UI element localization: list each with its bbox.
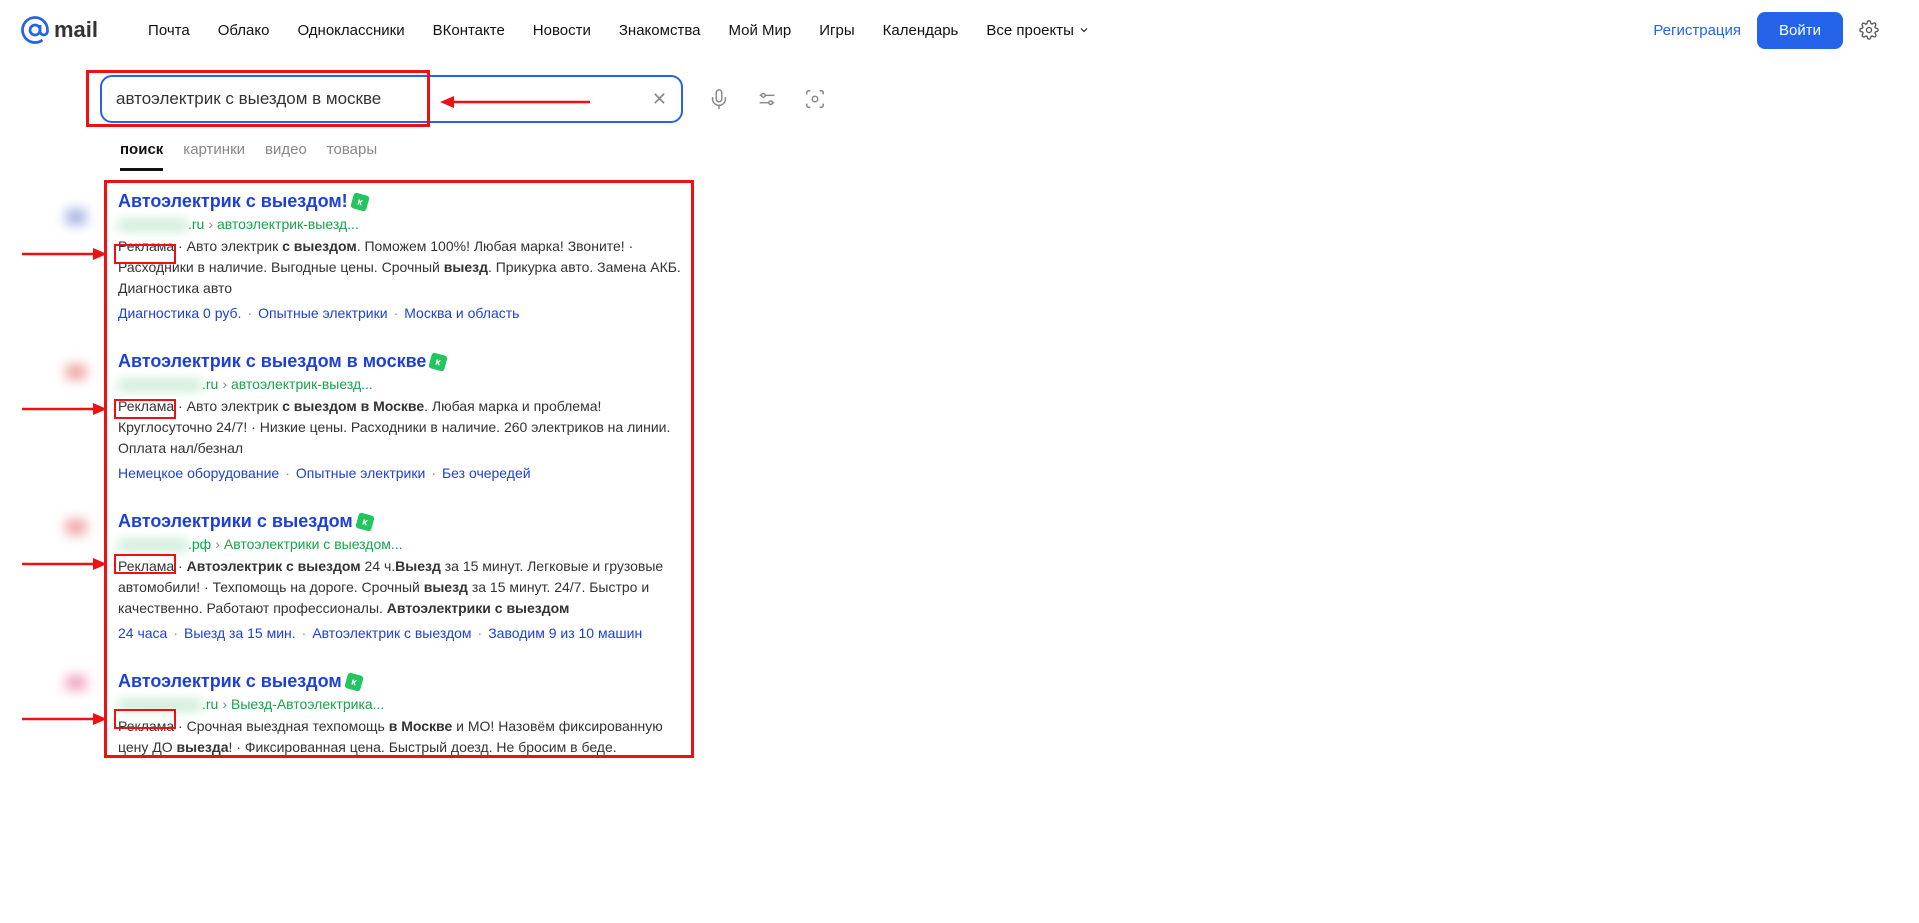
sitelink[interactable]: Автоэлектрик с выездом <box>312 625 471 641</box>
result-description: Реклама · Авто электрик с выездом в Моск… <box>118 396 690 459</box>
result-domain: .рф <box>188 536 211 552</box>
chevron-down-icon <box>1078 24 1090 36</box>
clear-icon[interactable]: ✕ <box>652 89 667 110</box>
result-url[interactable]: xxxxxxxxxx.ru›автоэлектрик-выезд... <box>118 216 690 232</box>
ad-label: Реклама <box>118 238 174 254</box>
sitelink[interactable]: Без очередей <box>442 465 531 481</box>
result-title-link[interactable]: Автоэлектрик с выездом! <box>118 191 348 212</box>
result-sitelinks: Немецкое оборудование·Опытные электрики·… <box>118 465 690 481</box>
result-title-link[interactable]: Автоэлектрик с выездом <box>118 671 342 692</box>
sliders-icon[interactable] <box>755 87 779 111</box>
search-result: Автоэлектрики с выездомк xxxxxxxxxx.рф›А… <box>118 511 690 641</box>
login-button[interactable]: Войти <box>1757 12 1843 49</box>
result-description: Реклама · Срочная выездная техпомощь в М… <box>118 716 690 758</box>
camera-icon[interactable] <box>803 87 827 111</box>
result-domain: .ru <box>202 696 218 712</box>
ad-label: Реклама <box>118 398 174 414</box>
nav-allprojects[interactable]: Все проекты <box>986 22 1090 39</box>
main-nav: Почта Облако Одноклассники ВКонтакте Нов… <box>148 22 1090 39</box>
ad-label: Реклама <box>118 558 174 574</box>
result-path: автоэлектрик-выезд... <box>231 376 373 392</box>
nav-novosti[interactable]: Новости <box>533 22 591 39</box>
result-path: автоэлектрик-выезд... <box>217 216 359 232</box>
result-sitelinks: Диагностика 0 руб.·Опытные электрики·Мос… <box>118 305 690 321</box>
result-url[interactable]: xxxxxxxxxxxx.ru›автоэлектрик-выезд... <box>118 376 690 392</box>
register-link[interactable]: Регистрация <box>1653 22 1741 39</box>
sitelink[interactable]: Опытные электрики <box>258 305 387 321</box>
nav-igry[interactable]: Игры <box>819 22 854 39</box>
nav-odnoklassniki[interactable]: Одноклассники <box>297 22 404 39</box>
nav-kalendar[interactable]: Календарь <box>883 22 959 39</box>
tab-kartinki[interactable]: картинки <box>183 141 245 171</box>
search-result: Автоэлектрик с выездомк xxxxxxxxxxxx.ru›… <box>118 671 690 758</box>
result-title-link[interactable]: Автоэлектрики с выездом <box>118 511 353 532</box>
verified-icon: к <box>429 352 449 372</box>
search-result: Автоэлектрик с выездом!к xxxxxxxxxx.ru›а… <box>118 191 690 321</box>
nav-oblako[interactable]: Облако <box>218 22 270 39</box>
search-input[interactable] <box>116 89 652 109</box>
result-url[interactable]: xxxxxxxxxx.рф›Автоэлектрики с выездом... <box>118 536 690 552</box>
result-path: Автоэлектрики с выездом... <box>224 536 403 552</box>
sitelink[interactable]: Заводим 9 из 10 машин <box>488 625 642 641</box>
sitelink[interactable]: Опытные электрики <box>296 465 425 481</box>
sitelink[interactable]: Диагностика 0 руб. <box>118 305 241 321</box>
mic-icon[interactable] <box>707 87 731 111</box>
result-title-link[interactable]: Автоэлектрик с выездом в москве <box>118 351 426 372</box>
search-result: Автоэлектрик с выездом в москвек xxxxxxx… <box>118 351 690 481</box>
logo[interactable]: mail <box>20 15 98 45</box>
verified-icon: к <box>350 192 370 212</box>
tab-poisk[interactable]: поиск <box>120 141 163 171</box>
gear-icon[interactable] <box>1859 20 1879 40</box>
result-path: Выезд-Автоэлектрика... <box>231 696 384 712</box>
sitelink[interactable]: Москва и область <box>404 305 519 321</box>
tab-video[interactable]: видео <box>265 141 307 171</box>
search-box[interactable]: ✕ <box>100 75 683 123</box>
result-domain: .ru <box>202 376 218 392</box>
result-url[interactable]: xxxxxxxxxxxx.ru›Выезд-Автоэлектрика... <box>118 696 690 712</box>
verified-icon: к <box>355 512 375 532</box>
nav-allprojects-label: Все проекты <box>986 22 1074 39</box>
search-tabs: поиск картинки видео товары <box>100 141 1919 171</box>
result-sitelinks: 24 часа·Выезд за 15 мин.·Автоэлектрик с … <box>118 625 690 641</box>
nav-pochta[interactable]: Почта <box>148 22 190 39</box>
verified-icon: к <box>344 672 364 692</box>
nav-moimir[interactable]: Мой Мир <box>728 22 791 39</box>
at-icon <box>20 15 50 45</box>
result-description: Реклама · Автоэлектрик с выездом 24 ч.Вы… <box>118 556 690 619</box>
sitelink[interactable]: 24 часа <box>118 625 167 641</box>
nav-znakomstva[interactable]: Знакомства <box>619 22 701 39</box>
result-domain: .ru <box>188 216 204 232</box>
sitelink[interactable]: Немецкое оборудование <box>118 465 279 481</box>
nav-vkontakte[interactable]: ВКонтакте <box>433 22 505 39</box>
ad-label: Реклама <box>118 718 174 734</box>
result-description: Реклама · Авто электрик с выездом. Помож… <box>118 236 690 299</box>
logo-text: mail <box>54 17 98 43</box>
tab-tovary[interactable]: товары <box>327 141 377 171</box>
sitelink[interactable]: Выезд за 15 мин. <box>184 625 296 641</box>
